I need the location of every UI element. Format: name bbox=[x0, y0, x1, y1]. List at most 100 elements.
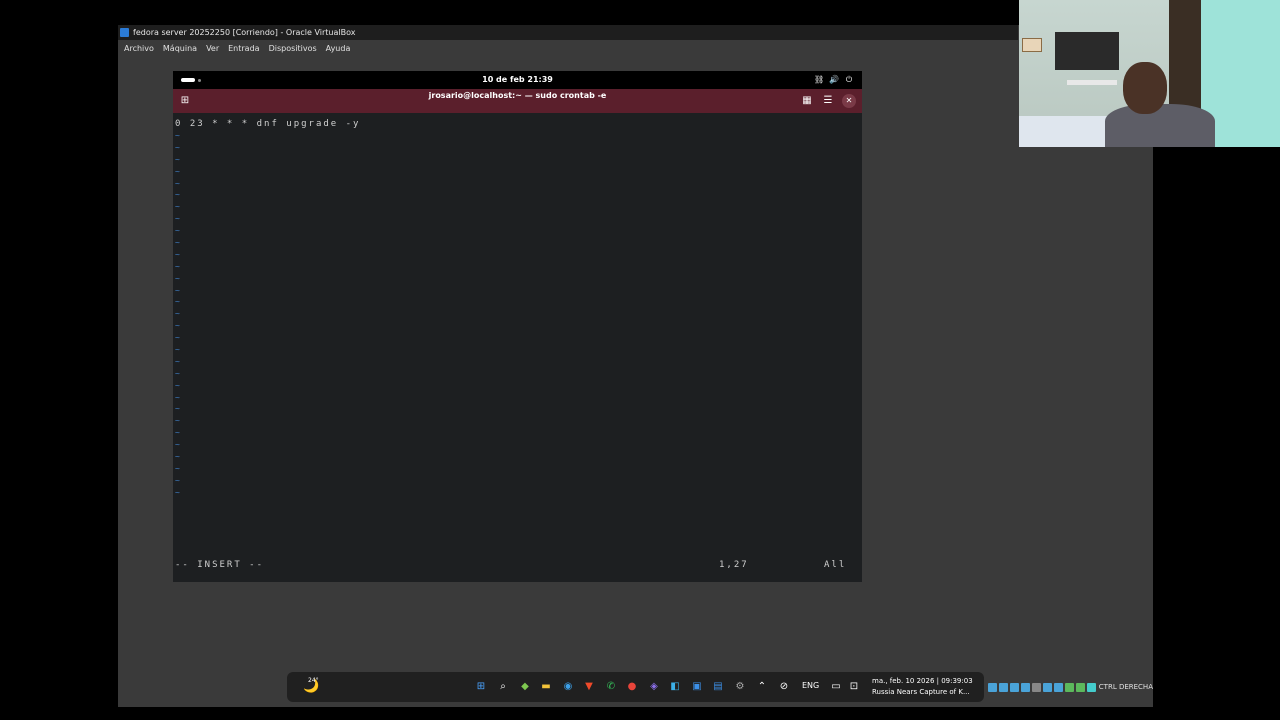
taskbar-date: ma., feb. 10 2026 | 09:39:03 bbox=[872, 677, 973, 685]
empty-line-marker: ~ bbox=[175, 178, 182, 188]
menu-maquina[interactable]: Máquina bbox=[163, 44, 197, 53]
empty-line-marker: ~ bbox=[175, 487, 182, 497]
brave-icon[interactable]: ▼ bbox=[582, 680, 596, 694]
cursor-position: 1,27 bbox=[719, 560, 749, 570]
empty-line-marker: ~ bbox=[175, 309, 182, 319]
virtualbox-icon bbox=[120, 28, 129, 37]
tray-app-icon[interactable]: ⊘ bbox=[777, 680, 791, 694]
empty-line-marker: ~ bbox=[175, 345, 182, 355]
gnome-clock[interactable]: 10 de feb 21:39 bbox=[173, 71, 862, 89]
empty-line-marker: ~ bbox=[175, 285, 182, 295]
monitor-icon[interactable]: ▭ bbox=[829, 680, 843, 694]
empty-line-marker: ~ bbox=[175, 356, 182, 366]
menu-entrada[interactable]: Entrada bbox=[228, 44, 259, 53]
audio-icon[interactable] bbox=[1009, 682, 1019, 692]
empty-line-marker: ~ bbox=[175, 238, 182, 248]
empty-line-marker: ~ bbox=[175, 131, 182, 140]
empty-line-markers: ~ ~ ~ ~ ~ ~ ~ ~ ~ ~ ~ ~ ~ ~ ~ ~ ~ ~ ~ ~ ~ ~ ~ ~ ~ ~ ~ ~ ~ ~ ~ bbox=[175, 130, 860, 499]
empty-line-marker: ~ bbox=[175, 463, 182, 473]
app-icon-1[interactable]: ◆ bbox=[518, 680, 532, 694]
empty-line-marker: ~ bbox=[175, 273, 182, 283]
menu-icon[interactable]: ☰ bbox=[821, 94, 835, 108]
empty-line-marker: ~ bbox=[175, 226, 182, 236]
power-icon[interactable]: ⏻ bbox=[844, 75, 854, 85]
file-explorer-icon[interactable]: ▬ bbox=[539, 680, 553, 694]
gnome-top-bar: 10 de feb 21:39 ⛓ 🔊 ⏻ bbox=[173, 71, 862, 89]
close-icon[interactable]: ✕ bbox=[842, 94, 856, 108]
empty-line-marker: ~ bbox=[175, 261, 182, 271]
empty-line-marker: ~ bbox=[175, 380, 182, 390]
view-tabs-icon[interactable]: ▦ bbox=[800, 94, 814, 108]
empty-line-marker: ~ bbox=[175, 249, 182, 259]
whatsapp-icon[interactable]: ✆ bbox=[604, 680, 618, 694]
settings-icon[interactable]: ⚙ bbox=[733, 680, 747, 694]
virtualbox-status-bar: CTRL DERECHA bbox=[968, 680, 1153, 694]
display-icon[interactable] bbox=[1053, 682, 1063, 692]
terminal-window[interactable]: ⊞ jrosario@localhost:~ — sudo crontab -e… bbox=[173, 89, 862, 582]
empty-line-marker: ~ bbox=[175, 440, 182, 450]
recording-icon[interactable] bbox=[1064, 682, 1074, 692]
usb-icon[interactable] bbox=[1031, 682, 1041, 692]
edge-icon[interactable]: ◉ bbox=[561, 680, 575, 694]
menu-archivo[interactable]: Archivo bbox=[124, 44, 154, 53]
teams-icon[interactable]: ◈ bbox=[647, 680, 661, 694]
taskbar-clock[interactable]: ma., feb. 10 2026 | 09:39:03 Russia Near… bbox=[872, 676, 973, 698]
app-icon-2[interactable]: ◧ bbox=[668, 680, 682, 694]
desktop: fedora server 20252250 [Corriendo] - Ora… bbox=[0, 0, 1280, 720]
hard-disk-icon[interactable] bbox=[987, 682, 997, 692]
start-icon[interactable]: ⊞ bbox=[474, 680, 488, 694]
virtualbox-taskbar-icon[interactable]: ▣ bbox=[690, 680, 704, 694]
weather-temperature: 24° bbox=[308, 677, 319, 684]
vim-buffer[interactable]: 0 23 * * * dnf upgrade -y ~ ~ ~ ~ ~ ~ ~ ~ ~ ~ ~ ~ ~ ~… bbox=[175, 118, 860, 558]
empty-line-marker: ~ bbox=[175, 392, 182, 402]
empty-line-marker: ~ bbox=[175, 297, 182, 307]
webcam-tv bbox=[1055, 32, 1119, 70]
cpu-icon[interactable] bbox=[1075, 682, 1085, 692]
terminal-title: jrosario@localhost:~ — sudo crontab -e bbox=[428, 91, 607, 100]
empty-line-marker: ~ bbox=[175, 416, 182, 426]
network-icon[interactable]: ⛓ bbox=[814, 75, 824, 85]
vim-mode: -- INSERT -- bbox=[175, 560, 265, 570]
webcam-person-head bbox=[1123, 62, 1167, 114]
empty-line-marker: ~ bbox=[175, 166, 182, 176]
shared-folder-icon[interactable] bbox=[1042, 682, 1052, 692]
empty-line-marker: ~ bbox=[175, 321, 182, 331]
webcam-picture-frame bbox=[1022, 38, 1042, 52]
empty-line-marker: ~ bbox=[175, 368, 182, 378]
empty-line-marker: ~ bbox=[175, 428, 182, 438]
menu-ayuda[interactable]: Ayuda bbox=[326, 44, 351, 53]
empty-line-marker: ~ bbox=[175, 452, 182, 462]
volume-icon[interactable]: 🔊 bbox=[829, 75, 839, 85]
news-ticker: Russia Nears Capture of K... bbox=[872, 688, 970, 696]
empty-line-marker: ~ bbox=[175, 214, 182, 224]
empty-line-marker: ~ bbox=[175, 475, 182, 485]
empty-line-marker: ~ bbox=[175, 154, 182, 164]
empty-line-marker: ~ bbox=[175, 404, 182, 414]
terminal-header-bar[interactable]: ⊞ jrosario@localhost:~ — sudo crontab -e… bbox=[173, 89, 862, 113]
window-title: fedora server 20252250 [Corriendo] - Ora… bbox=[133, 28, 356, 37]
mouse-integration-icon[interactable] bbox=[1086, 682, 1096, 692]
app-icon-3[interactable]: ▤ bbox=[711, 680, 725, 694]
webcam-overlay bbox=[1019, 0, 1280, 147]
webcam-shelf bbox=[1067, 80, 1117, 85]
menu-ver[interactable]: Ver bbox=[206, 44, 219, 53]
vim-status-line: -- INSERT -- 1,27 All bbox=[175, 558, 860, 572]
search-icon[interactable]: ⌕ bbox=[496, 680, 510, 694]
windows-taskbar: 🌙 24° ⊞ ⌕ ◆ ▬ ◉ ▼ ✆ ● ◈ ◧ ▣ ▤ ⚙ ⌃ ⊘ ENG … bbox=[287, 672, 984, 702]
host-key-label: CTRL DERECHA bbox=[1098, 683, 1153, 691]
optical-drive-icon[interactable] bbox=[998, 682, 1008, 692]
virtualbox-menubar: Archivo Máquina Ver Entrada Dispositivos… bbox=[118, 40, 1018, 57]
language-indicator[interactable]: ENG bbox=[802, 681, 819, 690]
empty-line-marker: ~ bbox=[175, 202, 182, 212]
virtualbox-title-bar[interactable]: fedora server 20252250 [Corriendo] - Ora… bbox=[118, 25, 1018, 40]
empty-line-marker: ~ bbox=[175, 190, 182, 200]
empty-line-marker: ~ bbox=[175, 333, 182, 343]
tray-overflow-icon[interactable]: ⌃ bbox=[755, 680, 769, 694]
network-tray-icon[interactable]: ⊡ bbox=[847, 680, 861, 694]
empty-line-marker: ~ bbox=[175, 142, 182, 152]
network-adapter-icon[interactable] bbox=[1020, 682, 1030, 692]
crontab-line[interactable]: 0 23 * * * dnf upgrade -y bbox=[175, 118, 860, 130]
webcam-person-body bbox=[1105, 104, 1215, 147]
chrome-icon[interactable]: ● bbox=[625, 680, 639, 694]
menu-dispositivos[interactable]: Dispositivos bbox=[269, 44, 317, 53]
